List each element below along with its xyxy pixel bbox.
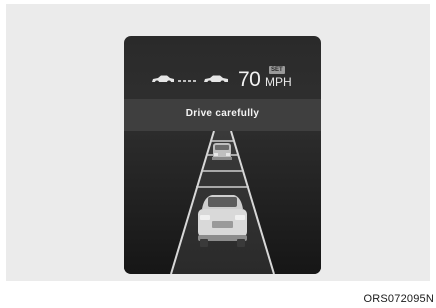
road-scene [124, 131, 321, 274]
set-speed-value: 70 [238, 68, 261, 91]
own-vehicle-icon [204, 75, 228, 85]
figure-code: ORS072095N [363, 293, 434, 305]
instrument-cluster-display: 70 SET MPH Drive carefully [124, 36, 321, 274]
set-badge: SET [269, 66, 285, 74]
speed-unit-box: SET MPH [265, 66, 295, 92]
lead-car-graphic [212, 143, 232, 160]
lead-vehicle-icon [152, 75, 174, 85]
speed-unit-label: MPH [265, 75, 292, 89]
distance-gap-icon [178, 80, 196, 82]
own-car-graphic [198, 195, 247, 247]
warning-message-text: Drive carefully [185, 108, 260, 119]
warning-message-bar: Drive carefully [124, 99, 321, 131]
